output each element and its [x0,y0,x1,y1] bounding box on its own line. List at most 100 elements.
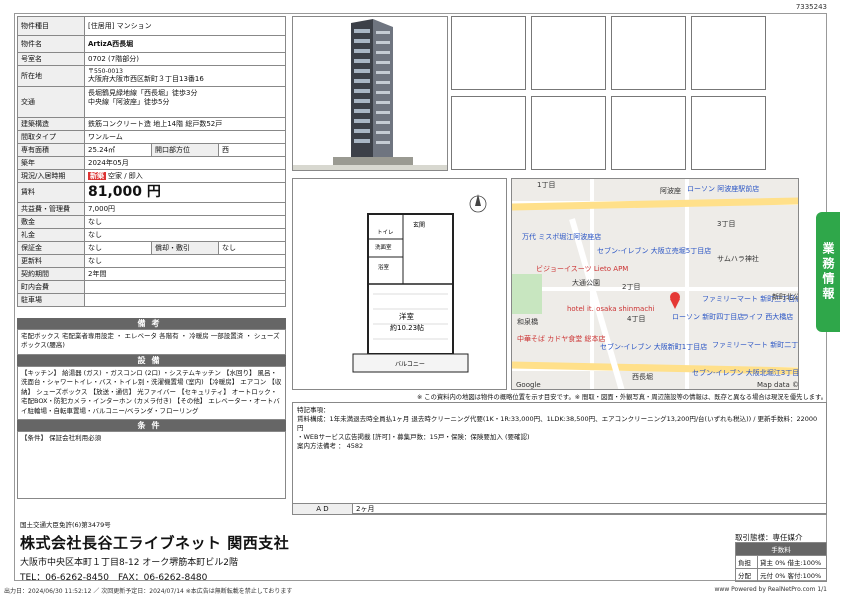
room-size-label: 約10.23帖 [390,323,424,332]
setsubi-header: 設備 [17,355,286,366]
company-address: 大阪市中央区本町１丁目8-12 オーク堺筋本町ビル2階 [20,558,239,568]
map-label: 4丁目 [627,315,645,323]
document-id: 7335243 [795,3,827,11]
status-value: 空家 / 即入 [108,171,143,180]
map-label: 中華そば カドヤ食堂 総本店 [517,334,605,343]
split-value: 元付 0% 客付:100% [757,568,827,582]
room-label: 号室名 [17,52,85,66]
photo-thumbnail [451,16,526,90]
map-label: 大通公園 [572,278,600,287]
burden-label: 負担 [735,555,758,569]
remarks-line-1: 賃料構成：1年未満退去時全員払1ヶ月 退去時クリーニング代要(1K・1R:33,… [297,415,818,433]
built-value: 2024年05月 [84,156,286,170]
photo-thumbnail [531,96,606,170]
company-info: 国土交通大臣免許(6)第3479号 株式会社長谷工ライブネット 関西支社 大阪市… [20,519,350,583]
amort-value: なし [218,240,286,255]
map-label: ライフ 西大橋店 [742,312,793,321]
fee-table: 手数料 負担 貸主 0% 借主:100% 分配 元付 0% 客付:100% [735,542,827,582]
bath-label: 浴室 [378,263,390,271]
location-map[interactable]: 阿波座 ローソン 阿波座駅前店万代 ミスポ堀江阿波座店セブン-イレブン 大阪立売堀… [511,178,799,390]
key-money-value: なし [84,227,286,242]
community-label: 町内会費 [17,279,85,294]
structure-value: 鉄筋コンクリート造 地上14階 総戸数52戸 [84,117,286,131]
burden-value: 貸主 0% 借主:100% [757,555,827,569]
amort-label: 償却・敷引 [151,240,219,255]
facing-value: 西 [218,143,286,157]
photo-thumbnail [611,16,686,90]
built-label: 築年 [17,156,85,170]
remarks-line-3: 案内方法備考 ： 4582 [297,442,364,451]
map-label: hotel it. osaka shinmachi [567,305,655,313]
remarks-line-2: ・WEBサービス広告掲載 [許可]・募集戸数：15戸・保険：保険要加入 (要確認… [297,433,530,442]
layout-label: 間取タイプ [17,130,85,144]
photo-thumbnail [451,96,526,170]
parking-label: 駐車場 [17,292,85,307]
genkan-label: 玄関 [413,221,425,229]
bikou-text: 宅配ボックス 宅配業者専用設定 ・ エレベータ 各階有 ・ 冷暖房 一部設置済 … [17,329,286,355]
room-type-label: 洋室 [399,311,414,321]
ad-label: A D [292,503,353,515]
guarantee-label: 保証金 [17,240,85,255]
map-label: ファミリーマート 新町二丁目店 [712,340,799,349]
contract-label: 契約期間 [17,266,85,281]
community-value [84,279,286,294]
structure-label: 建築構造 [17,117,85,131]
area-label: 専有面積 [17,143,85,157]
setsubi-text: 【キッチン】 給湯器 (ガス) ・ガスコンロ (2口) ・システムキッチン 【水… [17,366,286,420]
map-label: 和泉橋 [517,317,538,326]
washroom-label: 洗面室 [375,243,392,251]
map-label: セブン-イレブン 大阪立売堀5丁目店 [597,246,711,255]
bikou-header: 備考 [17,318,286,329]
rent-value: 81,000 円 [84,182,286,203]
balcony-label: バルコニー [395,361,425,368]
rent-label: 賃料 [17,182,85,203]
building-exterior-photo [292,16,448,171]
renewal-value: なし [84,253,286,268]
fee-header: 手数料 [735,542,827,556]
type-value: [住居用] マンション [84,16,286,36]
remarks-title: 特記事項： [297,406,330,414]
split-label: 分配 [735,568,758,582]
renewal-label: 更新料 [17,253,85,268]
ad-row: A D 2ヶ月 [292,503,827,515]
info-sections: 備考 宅配ボックス 宅配業者専用設定 ・ エレベータ 各階有 ・ 冷暖房 一部設… [17,318,286,499]
side-tab[interactable]: 業務情報 [816,212,840,332]
company-tel: TEL：06-6262-8450 FAX：06-6262-8480 [20,573,208,583]
map-label: セブン-イレブン 大阪北堀江3丁目店 [692,368,799,377]
map-label: 2丁目 [622,283,640,291]
guarantee-value: なし [84,240,152,255]
mgmt-label: 共益費・管理費 [17,201,85,216]
photo-thumbnail [691,16,766,90]
map-label: 1丁目 [537,181,555,189]
map-note: ※ この資料内の地図は物件の概略位置を示す目安です。※ 間取・図面・外観写真・周… [417,394,827,401]
room-value: 0702 (7階部分) [84,52,286,66]
footer-output-date: 出力日：2024/06/30 11:52:12 ／ 次回更新予定日：2024/0… [4,588,293,594]
property-table: 物件種目 [住居用] マンション 物件名 ArtizA西長堀 号室名 0702 (7階… [17,16,286,307]
traffic-line-2: 中央線「阿波座」徒歩5分 [88,97,170,106]
contract-value: 2年間 [84,266,286,281]
key-money-label: 礼金 [17,227,85,242]
map-label: ビジョーイスーツ Lieto APM [536,264,628,273]
area-value: 25.24㎡ [84,143,152,157]
map-label: 西長堀 [632,372,653,381]
mgmt-value: 7,000円 [84,201,286,216]
map-label: サムハラ神社 [717,254,759,263]
map-label: 新町北公園 [772,292,799,301]
map-label: ローソン 新町四丁目店 [672,312,744,321]
address-label: 所在地 [17,65,85,87]
map-label: ローソン 阿波座駅前店 [687,184,759,193]
traffic-line-1: 長堀鶴見緑地線「西長堀」徒歩3分 [88,89,198,98]
layout-value: ワンルーム [84,130,286,144]
map-label: 万代 ミスポ堀江阿波座店 [522,232,601,241]
footer-powered-by: www Powered by RealNetPro.com 1/1 [714,586,827,593]
map-label: セブン-イレブン 大阪新町1丁目店 [600,342,707,351]
new-badge: 新築 [88,171,106,180]
photo-thumbnail [531,16,606,90]
traffic-label: 交通 [17,86,85,118]
remarks-box: 特記事項： 賃料構成：1年未満退去時全員払1ヶ月 退去時クリーニング代要(1K・… [292,402,827,514]
parking-value [84,292,286,307]
map-label: 阿波座 [660,186,681,195]
ad-value: 2ヶ月 [352,503,827,515]
map-label: Map data ©2024 [757,381,799,389]
map-label: 3丁目 [717,220,735,228]
